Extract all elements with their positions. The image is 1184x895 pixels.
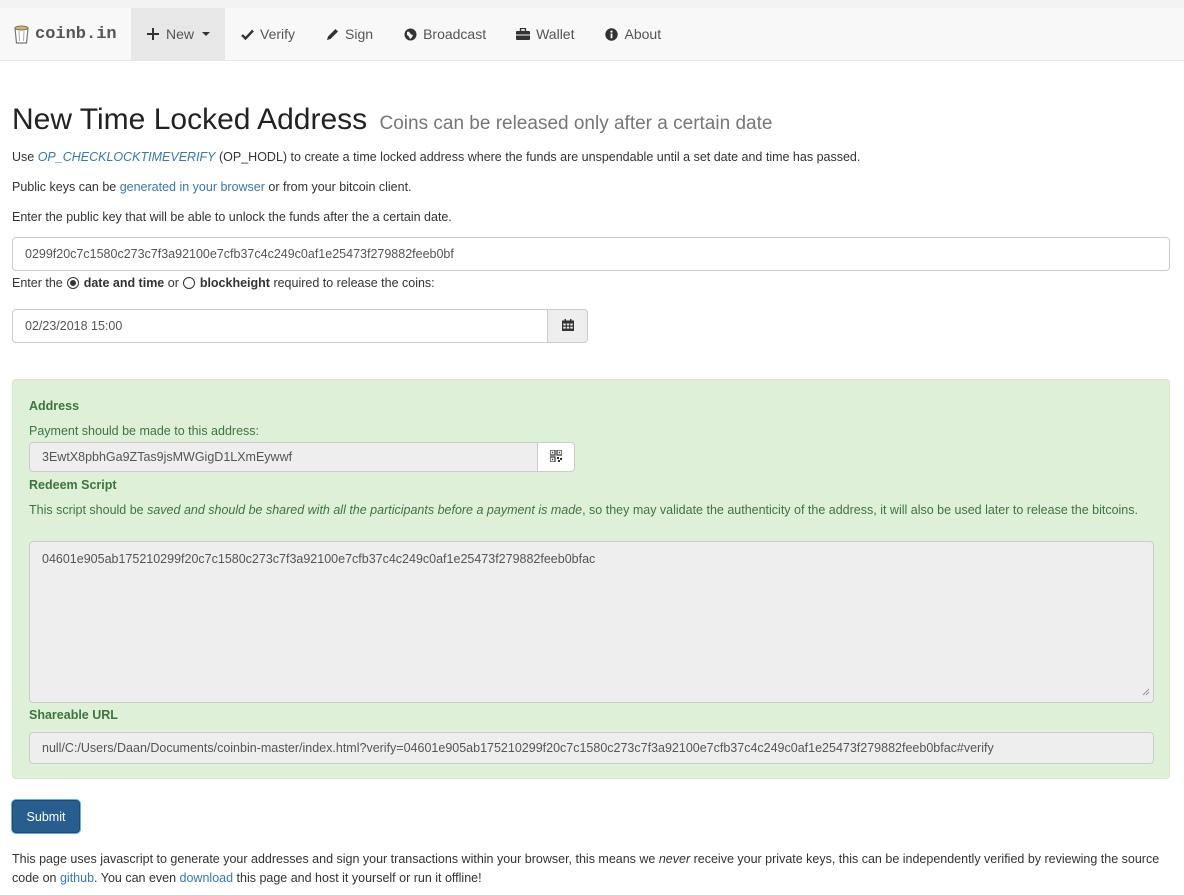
- briefcase-icon: [516, 27, 531, 41]
- nav-verify-label: Verify: [260, 26, 296, 42]
- op-cltv-link[interactable]: OP_CHECKLOCKTIMEVERIFY: [38, 150, 216, 164]
- redeem-script-help: This script should be saved and should b…: [29, 503, 1138, 517]
- redeem-script-label: Redeem Script: [29, 478, 117, 492]
- top-navbar: coinb.in New Verify Sign Broadcast Walle…: [0, 0, 1184, 61]
- redeem-script-value: 04601e905ab175210299f20c7c1580c273c7f3a9…: [42, 552, 596, 566]
- nav-broadcast[interactable]: Broadcast: [388, 0, 501, 60]
- release-options: Enter the date and time or blockheight r…: [12, 276, 435, 290]
- caret-down-icon: [202, 32, 211, 36]
- globe-icon: [403, 27, 417, 41]
- intro-text: Use OP_CHECKLOCKTIMEVERIFY (OP_HODL) to …: [12, 150, 861, 164]
- download-link[interactable]: download: [180, 871, 234, 885]
- nav-wallet-label: Wallet: [536, 26, 575, 42]
- nav-new-dropdown[interactable]: New: [131, 0, 226, 60]
- pubkey-label: Enter the public key that will be able t…: [12, 210, 452, 224]
- page-subtitle: Coins can be released only after a certa…: [379, 113, 773, 134]
- submit-button[interactable]: Submit: [12, 800, 80, 833]
- nav-about-label: About: [624, 26, 662, 42]
- plus-icon: [146, 27, 160, 41]
- blockheight-radio[interactable]: [183, 277, 196, 289]
- date-time-radio[interactable]: [67, 277, 80, 289]
- pubkey-input[interactable]: 0299f20c7c1580c273c7f3a92100e7cfb37c4c24…: [12, 237, 1170, 271]
- qr-code-button[interactable]: [537, 442, 575, 472]
- nav-new-label: New: [166, 26, 195, 42]
- nav-broadcast-label: Broadcast: [423, 26, 487, 42]
- qr-code-icon: [549, 448, 563, 465]
- address-label: Address: [29, 399, 80, 413]
- brand-name: coinb.in: [35, 24, 117, 44]
- brand-logo[interactable]: coinb.in: [0, 0, 131, 60]
- shareable-url-output[interactable]: null/C:/Users/Daan/Documents/coinbin-mas…: [29, 732, 1154, 764]
- calendar-button[interactable]: [547, 309, 588, 343]
- nav-sign[interactable]: Sign: [310, 0, 388, 60]
- result-panel: Address Payment should be made to this a…: [12, 379, 1170, 779]
- generate-keys-link[interactable]: generated in your browser: [120, 180, 265, 194]
- pubkey-help-text: Public keys can be generated in your bro…: [12, 180, 412, 194]
- release-date-input[interactable]: 02/23/2018 15:00: [12, 309, 548, 343]
- nav-verify[interactable]: Verify: [225, 0, 310, 60]
- shareable-url-label: Shareable URL: [29, 708, 118, 722]
- calendar-icon: [561, 318, 574, 334]
- blockheight-option-label: blockheight: [199, 276, 270, 290]
- coin-cup-icon: [14, 25, 29, 44]
- nav-about[interactable]: About: [590, 0, 677, 60]
- nav-wallet[interactable]: Wallet: [501, 0, 589, 60]
- nav-sign-label: Sign: [345, 26, 374, 42]
- address-help: Payment should be made to this address:: [29, 424, 259, 438]
- footer-text: This page uses javascript to generate yo…: [12, 852, 1160, 885]
- page-title: New Time Locked Address Coins can be rel…: [12, 103, 773, 136]
- pencil-icon: [325, 27, 339, 41]
- check-icon: [240, 27, 254, 41]
- redeem-script-textarea[interactable]: 04601e905ab175210299f20c7c1580c273c7f3a9…: [29, 541, 1154, 703]
- date-time-option-label: date and time: [83, 276, 165, 290]
- github-link[interactable]: github: [60, 871, 94, 885]
- info-icon: [605, 27, 619, 41]
- resize-handle-icon[interactable]: [1142, 685, 1150, 699]
- address-output[interactable]: 3EwtX8pbhGa9ZTas9jsMWGigD1LXmEywwf: [29, 442, 538, 472]
